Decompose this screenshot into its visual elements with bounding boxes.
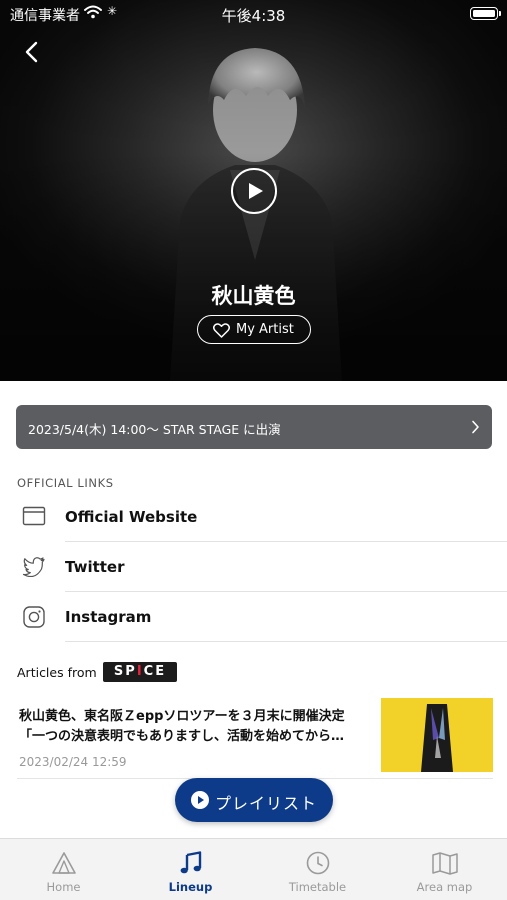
my-artist-button[interactable]: My Artist bbox=[197, 315, 311, 344]
performance-info-button[interactable]: 2023/5/4(木) 14:00～ STAR STAGE に出演 bbox=[16, 405, 492, 449]
status-time: 午後4:38 bbox=[221, 7, 286, 25]
back-chevron-icon[interactable] bbox=[18, 38, 46, 66]
play-circle-icon bbox=[191, 791, 209, 809]
official-links-heading: OFFICIAL LINKS bbox=[17, 476, 114, 490]
battery-icon bbox=[470, 7, 501, 20]
play-video-button[interactable] bbox=[231, 168, 277, 214]
artist-hero: 通信事業者 ✳ 午後4:38 秋山黄色 My Artist bbox=[0, 0, 507, 381]
articles-heading-label: Articles from bbox=[17, 665, 97, 680]
article-item[interactable]: 秋山黄色、東名阪Ｚeppソロツアーを３月末に開催決定 「一つの決意表明でもありま… bbox=[0, 695, 507, 779]
tab-bar: Home Lineup Timetable Area map bbox=[0, 838, 507, 900]
twitter-icon bbox=[22, 557, 45, 577]
link-label: Twitter bbox=[65, 558, 125, 576]
tab-label: Home bbox=[46, 880, 81, 894]
artist-name: 秋山黄色 bbox=[211, 284, 296, 308]
browser-icon bbox=[22, 506, 46, 526]
playlist-label: プレイリスト bbox=[215, 794, 318, 813]
link-twitter[interactable]: Twitter bbox=[0, 542, 507, 592]
divider bbox=[65, 641, 507, 642]
link-official-website[interactable]: Official Website bbox=[0, 492, 507, 542]
tab-timetable[interactable]: Timetable bbox=[254, 839, 381, 900]
tab-lineup[interactable]: Lineup bbox=[127, 839, 254, 900]
playlist-button[interactable]: プレイリスト bbox=[175, 778, 333, 822]
article-thumbnail bbox=[381, 698, 493, 772]
music-note-icon bbox=[180, 851, 201, 874]
tab-label: Area map bbox=[416, 880, 473, 894]
performance-text: 2023/5/4(木) 14:00～ STAR STAGE に出演 bbox=[28, 422, 281, 437]
article-date: 2023/02/24 12:59 bbox=[19, 755, 127, 769]
tab-area-map[interactable]: Area map bbox=[381, 839, 507, 900]
article-title-line2: 「一つの決意表明でもありますし、活動を始めてから… bbox=[19, 729, 345, 744]
status-bar: 通信事業者 ✳ 午後4:38 bbox=[0, 0, 507, 28]
clock-icon bbox=[306, 851, 329, 875]
play-icon bbox=[249, 183, 263, 199]
map-icon bbox=[431, 852, 458, 875]
heart-icon bbox=[213, 323, 230, 338]
link-label: Instagram bbox=[65, 608, 152, 626]
tab-label: Lineup bbox=[168, 880, 213, 894]
my-artist-label: My Artist bbox=[236, 322, 294, 337]
link-instagram[interactable]: Instagram bbox=[0, 592, 507, 642]
tab-label: Timetable bbox=[288, 880, 347, 894]
link-label: Official Website bbox=[65, 508, 198, 526]
article-title-line1: 秋山黄色、東名阪Ｚeppソロツアーを３月末に開催決定 bbox=[19, 709, 345, 724]
chevron-right-icon bbox=[472, 420, 479, 434]
tab-home[interactable]: Home bbox=[0, 839, 127, 900]
spice-logo: SPICE bbox=[103, 662, 177, 682]
instagram-icon bbox=[23, 606, 45, 628]
home-icon bbox=[51, 852, 76, 874]
